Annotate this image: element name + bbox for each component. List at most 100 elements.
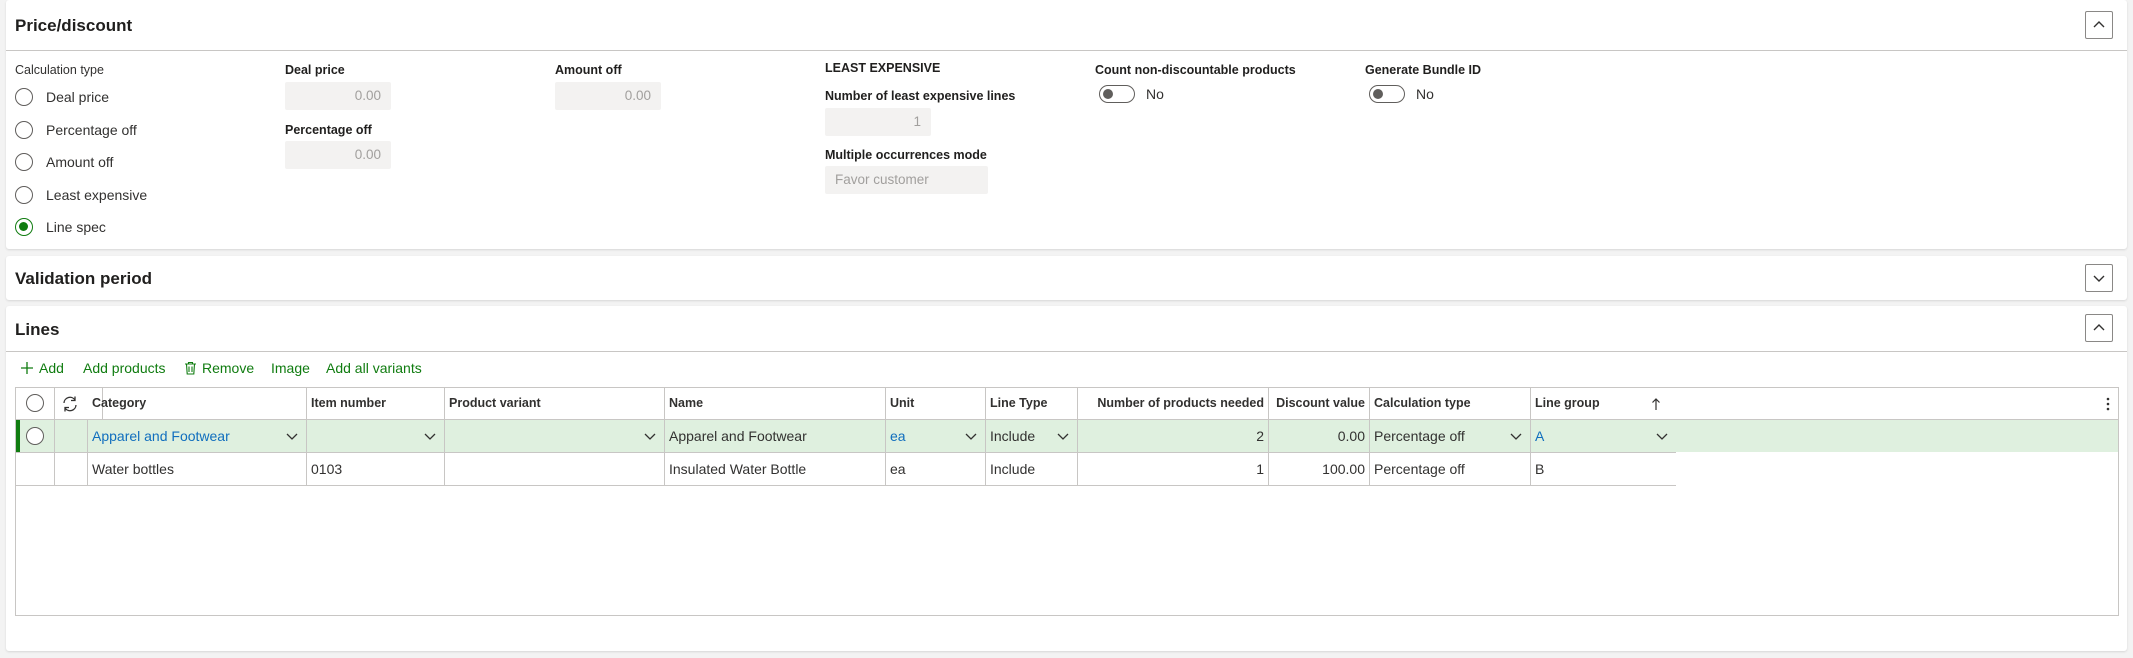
category-cell[interactable]: Water bottles	[88, 453, 307, 485]
lines-header[interactable]: Lines	[6, 306, 2127, 351]
row-select-cell[interactable]	[16, 453, 55, 485]
column-header-products-needed[interactable]: Number of products needed	[1078, 388, 1269, 419]
validation-period-section[interactable]: Validation period	[6, 256, 2127, 300]
item-number-cell[interactable]	[307, 420, 445, 452]
header-divider	[6, 351, 2127, 352]
add-all-variants-button[interactable]: Add all variants	[326, 360, 422, 376]
arrow-up-icon	[1652, 398, 1660, 410]
line-group-cell[interactable]: A	[1531, 420, 1676, 452]
least-expensive-lines-field[interactable]: 1	[825, 108, 931, 136]
generate-bundle-id-value: No	[1416, 86, 1434, 102]
line-group-cell[interactable]: B	[1531, 453, 1676, 485]
line-group-header-label: Line group	[1535, 396, 1600, 410]
price-discount-header[interactable]: Price/discount	[6, 0, 2127, 50]
chevron-down-icon[interactable]	[286, 431, 298, 441]
radio-label: Least expensive	[46, 187, 148, 203]
trash-icon	[185, 361, 196, 375]
refresh-icon[interactable]	[61, 395, 79, 413]
add-all-variants-label: Add all variants	[326, 360, 422, 376]
deal-price-field[interactable]: 0.00	[285, 82, 391, 110]
radio-line-spec[interactable]: Line spec	[15, 216, 106, 238]
calculation-type-cell[interactable]: Percentage off	[1370, 453, 1531, 485]
line-type-cell[interactable]: Include	[986, 420, 1078, 452]
row-divider	[16, 485, 1676, 486]
name-cell[interactable]: Insulated Water Bottle	[665, 453, 886, 485]
item-number-cell[interactable]: 0103	[307, 453, 445, 485]
radio-label: Line spec	[46, 219, 106, 235]
generate-bundle-id-label: Generate Bundle ID	[1365, 63, 1481, 77]
table-row[interactable]: Apparel and Footwear Apparel and Footwea…	[16, 420, 2118, 452]
add-products-button[interactable]: Add products	[83, 360, 166, 376]
product-variant-cell[interactable]	[445, 420, 665, 452]
select-all-circle[interactable]	[26, 394, 44, 412]
header-divider	[6, 50, 2127, 51]
line-type-cell[interactable]: Include	[986, 453, 1078, 485]
product-variant-cell[interactable]	[445, 453, 665, 485]
chevron-down-icon[interactable]	[1656, 431, 1668, 441]
column-header-calculation-type[interactable]: Calculation type	[1370, 388, 1531, 419]
column-header-product-variant[interactable]: Product variant	[445, 388, 665, 419]
category-cell[interactable]: Apparel and Footwear	[88, 420, 307, 452]
radio-circle[interactable]	[15, 88, 33, 106]
row-select-cell[interactable]	[16, 420, 55, 452]
discount-value-cell[interactable]: 100.00	[1269, 453, 1370, 485]
products-needed-cell[interactable]: 2	[1078, 420, 1269, 452]
products-needed-cell[interactable]: 1	[1078, 453, 1269, 485]
column-header-line-type[interactable]: Line Type	[986, 388, 1078, 419]
image-button[interactable]: Image	[271, 360, 310, 376]
remove-button[interactable]: Remove	[184, 360, 254, 376]
generate-bundle-id-toggle[interactable]	[1369, 85, 1405, 103]
line-group-value: A	[1535, 428, 1545, 444]
column-header-name[interactable]: Name	[665, 388, 886, 419]
count-non-discountable-toggle[interactable]	[1099, 85, 1135, 103]
radio-circle[interactable]	[15, 121, 33, 139]
discount-value-cell[interactable]: 0.00	[1269, 420, 1370, 452]
add-button[interactable]: Add	[20, 360, 64, 376]
unit-cell[interactable]: ea	[886, 453, 986, 485]
radio-label: Amount off	[46, 154, 114, 170]
column-header-unit[interactable]: Unit	[886, 388, 986, 419]
calculation-type-value: Percentage off	[1374, 428, 1465, 444]
remove-label: Remove	[202, 360, 255, 376]
multiple-occurrences-mode-field[interactable]: Favor customer	[825, 166, 988, 194]
column-header-line-group[interactable]: Line group	[1531, 388, 1676, 419]
chevron-down-icon	[2093, 275, 2105, 282]
image-label: Image	[271, 360, 310, 376]
radio-circle-selected[interactable]	[15, 218, 33, 236]
percentage-off-field[interactable]: 0.00	[285, 141, 391, 169]
chevron-down-icon[interactable]	[424, 431, 436, 441]
count-non-discountable-value: No	[1146, 86, 1164, 102]
chevron-down-icon[interactable]	[1057, 431, 1069, 441]
collapse-price-discount-button[interactable]	[2085, 11, 2113, 39]
line-type-value: Include	[990, 428, 1036, 444]
deal-price-label: Deal price	[285, 63, 345, 77]
collapse-lines-button[interactable]	[2085, 314, 2113, 342]
multiple-occurrences-mode-label: Multiple occurrences mode	[825, 148, 987, 162]
radio-amount-off[interactable]: Amount off	[15, 151, 113, 173]
chevron-down-icon[interactable]	[1510, 431, 1522, 441]
expand-validation-period-button[interactable]	[2085, 264, 2113, 292]
table-row[interactable]: Water bottles 0103 Insulated Water Bottl…	[16, 453, 1676, 485]
column-header-discount-value[interactable]: Discount value	[1269, 388, 1370, 419]
chevron-down-icon[interactable]	[965, 431, 977, 441]
radio-circle[interactable]	[15, 153, 33, 171]
row-select-circle[interactable]	[26, 427, 44, 445]
name-cell[interactable]: Apparel and Footwear	[665, 420, 886, 452]
column-header-category[interactable]: Category	[88, 388, 307, 419]
add-label: Add	[39, 360, 64, 376]
calculation-type-cell[interactable]: Percentage off	[1370, 420, 1531, 452]
grid-options-icon[interactable]	[2106, 396, 2110, 412]
select-all-header[interactable]	[16, 388, 55, 419]
radio-least-expensive[interactable]: Least expensive	[15, 184, 147, 206]
least-expensive-lines-label: Number of least expensive lines	[825, 89, 1016, 103]
row-status-cell	[55, 420, 88, 452]
radio-percentage-off[interactable]: Percentage off	[15, 119, 137, 141]
radio-label: Deal price	[46, 89, 110, 105]
radio-label: Percentage off	[46, 122, 137, 138]
radio-deal-price[interactable]: Deal price	[15, 86, 109, 108]
chevron-down-icon[interactable]	[644, 431, 656, 441]
column-header-item-number[interactable]: Item number	[307, 388, 445, 419]
unit-cell[interactable]: ea	[886, 420, 986, 452]
amount-off-field[interactable]: 0.00	[555, 82, 661, 110]
radio-circle[interactable]	[15, 186, 33, 204]
